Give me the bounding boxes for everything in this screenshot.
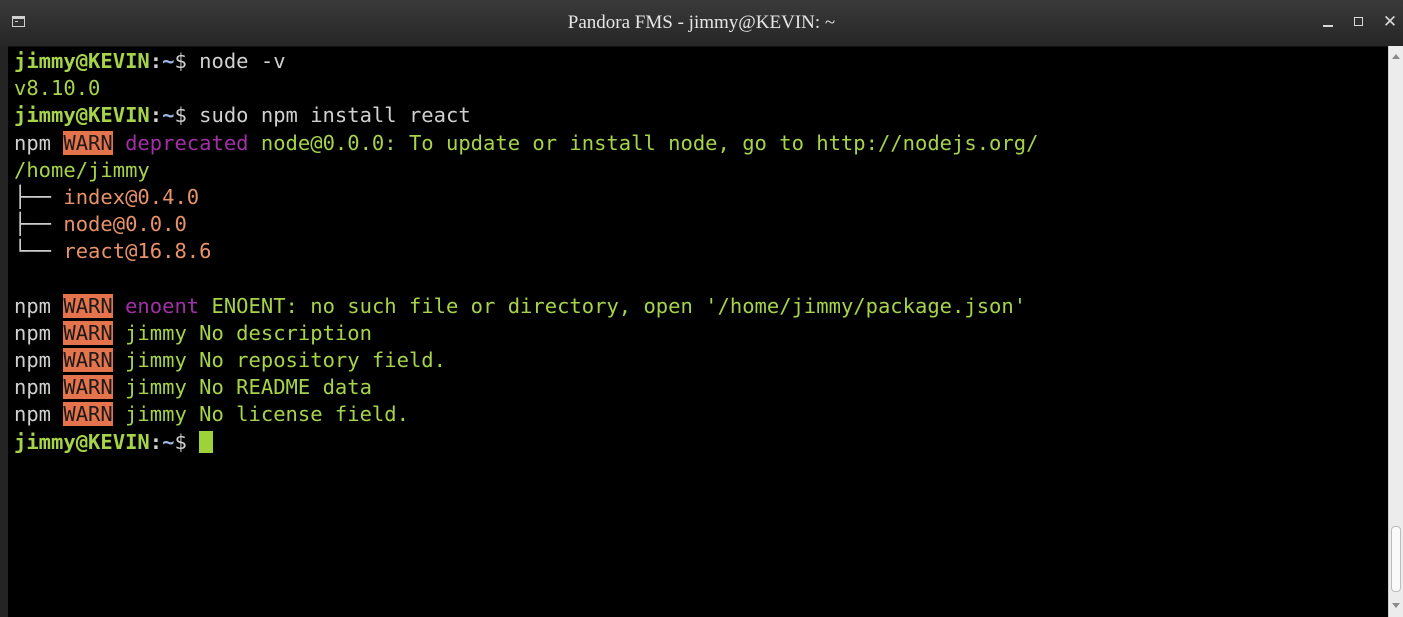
scroll-down-icon[interactable] (1392, 603, 1400, 608)
prompt-separator: : (149, 429, 163, 454)
warn-tag: deprecated (125, 130, 249, 155)
title-bar[interactable]: Pandora FMS - jimmy@KEVIN: ~ ✕ (0, 0, 1403, 47)
window-title: Pandora FMS - jimmy@KEVIN: ~ (567, 12, 836, 33)
terminal-line: ├── index@0.4.0 (14, 184, 1384, 211)
terminal-line: jimmy@KEVIN:~$ (14, 429, 1384, 456)
prompt-path: ~ (162, 103, 175, 128)
maximize-icon (1354, 17, 1363, 26)
warn-badge: WARN (63, 375, 113, 400)
warn-message: jimmy No license field. (112, 402, 409, 427)
terminal-line: npm WARN jimmy No repository field. (14, 347, 1384, 374)
tree-branch: ├── (14, 212, 64, 237)
warn-badge: WARN (63, 293, 113, 318)
terminal-line: npm WARN jimmy No description (14, 320, 1384, 347)
maximize-button[interactable] (1350, 13, 1368, 31)
terminal-line: ├── node@0.0.0 (14, 211, 1384, 238)
warn-badge: WARN (63, 348, 113, 373)
output-text: v8.10.0 (14, 76, 101, 101)
npm-label: npm (14, 375, 52, 400)
command-text: node -v (186, 49, 286, 73)
terminal-line: v8.10.0 (14, 75, 1384, 102)
warn-message: jimmy No README data (112, 375, 372, 400)
prompt-path: ~ (162, 429, 175, 454)
terminal-line: └── react@16.8.6 (14, 238, 1384, 265)
prompt-user-host: jimmy@KEVIN (14, 103, 150, 128)
terminal-output[interactable]: jimmy@KEVIN:~$ node -v v8.10.0 jimmy@KEVIN… (14, 48, 1384, 617)
package-name: index@0.4.0 (63, 184, 200, 209)
npm-label: npm (14, 402, 52, 427)
terminal-line: /home/jimmy (14, 157, 1384, 184)
terminal-line: jimmy@KEVIN:~$ sudo npm install react (14, 102, 1384, 129)
package-name: node@0.0.0 (63, 212, 187, 237)
prompt-symbol: $ (174, 429, 187, 454)
package-name: react@16.8.6 (63, 239, 212, 264)
prompt-symbol: $ (174, 103, 187, 128)
text-cursor (199, 430, 214, 453)
prompt-symbol: $ (174, 49, 187, 73)
warn-message: ENOENT: no such file or directory, open … (199, 293, 1027, 318)
warn-badge: WARN (63, 320, 113, 345)
tree-branch: └── (14, 239, 64, 264)
npm-label: npm (14, 320, 52, 345)
warn-badge: WARN (63, 130, 113, 155)
warn-badge: WARN (63, 402, 113, 427)
terminal-line: jimmy@KEVIN:~$ node -v (14, 48, 1384, 75)
scrollbar-thumb[interactable] (1391, 526, 1401, 592)
terminal-line: npm WARN deprecated node@0.0.0: To updat… (14, 130, 1384, 157)
output-text: /home/jimmy (14, 157, 150, 182)
warn-tag: enoent (125, 293, 200, 318)
close-button[interactable]: ✕ (1381, 13, 1399, 31)
terminal-window: Pandora FMS - jimmy@KEVIN: ~ ✕ jimmy@KEV… (0, 0, 1403, 617)
tree-branch: ├── (14, 184, 64, 209)
terminal-line: npm WARN jimmy No README data (14, 374, 1384, 401)
minimize-button[interactable] (1319, 13, 1337, 31)
command-text (187, 430, 199, 454)
scroll-up-icon[interactable] (1392, 54, 1400, 59)
warn-message: jimmy No repository field. (112, 348, 446, 373)
prompt-user-host: jimmy@KEVIN (14, 429, 150, 454)
warn-message: jimmy No description (112, 320, 372, 345)
npm-label: npm (14, 293, 52, 318)
window-left-border (0, 46, 8, 617)
npm-label: npm (14, 130, 52, 155)
vertical-scrollbar[interactable] (1388, 46, 1403, 617)
prompt-user-host: jimmy@KEVIN (14, 49, 150, 73)
prompt-separator: : (149, 103, 163, 128)
prompt-path: ~ (162, 49, 175, 73)
terminal-line: npm WARN jimmy No license field. (14, 401, 1384, 428)
npm-label: npm (14, 348, 52, 373)
prompt-separator: : (149, 49, 163, 73)
close-icon: ✕ (1382, 12, 1398, 32)
minimize-icon (1323, 25, 1333, 27)
command-text: sudo npm install react (186, 103, 471, 128)
warn-message: node@0.0.0: To update or install node, g… (248, 130, 1039, 155)
terminal-line: npm WARN enoent ENOENT: no such file or … (14, 293, 1384, 320)
